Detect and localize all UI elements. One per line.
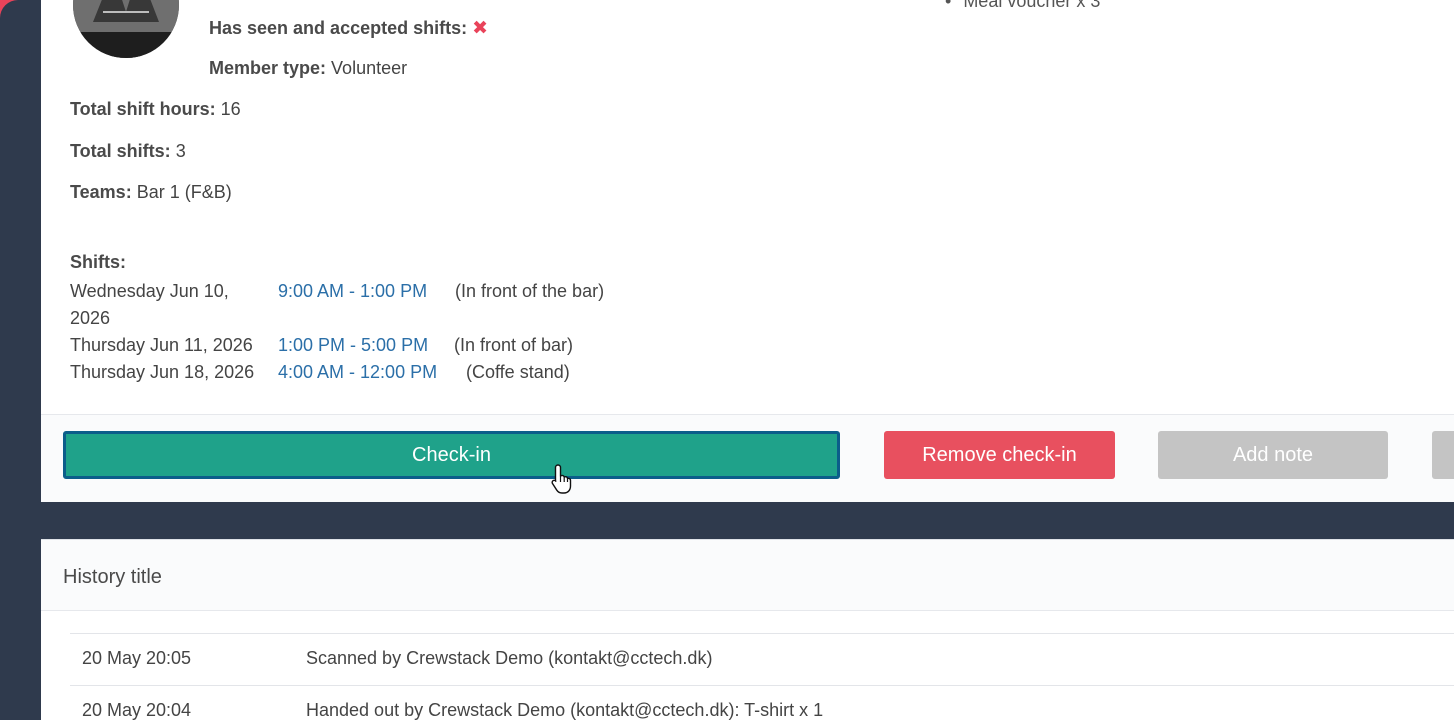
shift-date: Thursday Jun 11, 2026 [70, 335, 253, 355]
total-shifts-field: Total shifts: 3 [70, 141, 186, 162]
history-timestamp: 20 May 20:04 [82, 700, 192, 720]
history-description: Scanned by Crewstack Demo (kontakt@cctec… [306, 648, 713, 668]
shift-location: (Coffe stand) [466, 362, 570, 382]
add-note-button[interactable]: Add note [1158, 431, 1388, 479]
check-in-button[interactable]: Check-in [63, 431, 840, 479]
bullet-icon: • [945, 0, 952, 11]
shift-date: Thursday Jun 18, 2026 [70, 362, 255, 382]
total-hours-value: 16 [220, 99, 241, 119]
history-timestamp: 20 May 20:05 [82, 648, 192, 668]
shift-time: 9:00 AM - 1:00 PM [278, 281, 428, 301]
member-type-field: Member type: Volunteer [209, 58, 407, 79]
total-shifts-value: 3 [175, 141, 186, 161]
member-type-label: Member type: [209, 58, 327, 78]
more-action-button[interactable] [1432, 431, 1454, 479]
meal-voucher-line: • Meal voucher x 3 [945, 0, 1100, 12]
not-accepted-icon: ✖ [472, 18, 489, 39]
total-hours-field: Total shift hours: 16 [70, 99, 241, 120]
member-type-value: Volunteer [331, 58, 408, 78]
history-row: 20 May 20:04 Handed out by Crewstack Dem… [70, 685, 1454, 720]
history-description: Handed out by Crewstack Demo (kontakt@cc… [306, 700, 824, 720]
avatar [73, 0, 179, 58]
total-shifts-label: Total shifts: [70, 141, 171, 161]
total-hours-label: Total shift hours: [70, 99, 216, 119]
history-panel: History title 20 May 20:05 Scanned by Cr… [41, 539, 1454, 720]
shift-date: Wednesday Jun 10, 2026 [70, 281, 229, 328]
accepted-shifts-label: Has seen and accepted shifts: [209, 18, 468, 38]
teams-value: Bar 1 (F&B) [136, 182, 232, 202]
shift-time: 4:00 AM - 12:00 PM [278, 362, 438, 382]
accepted-shifts-field: Has seen and accepted shifts: ✖ [209, 17, 488, 40]
history-title: History title [63, 566, 162, 588]
teams-field: Teams: Bar 1 (F&B) [70, 182, 232, 203]
shift-location: (In front of the bar) [455, 281, 605, 301]
shifts-title: Shifts: [70, 252, 126, 272]
remove-check-in-button[interactable]: Remove check-in [884, 431, 1115, 479]
history-header: History title [41, 540, 1454, 611]
teams-label: Teams: [70, 182, 132, 202]
shift-time: 1:00 PM - 5:00 PM [278, 335, 429, 355]
shift-location: (In front of bar) [454, 335, 574, 355]
history-row: 20 May 20:05 Scanned by Crewstack Demo (… [70, 633, 1454, 685]
